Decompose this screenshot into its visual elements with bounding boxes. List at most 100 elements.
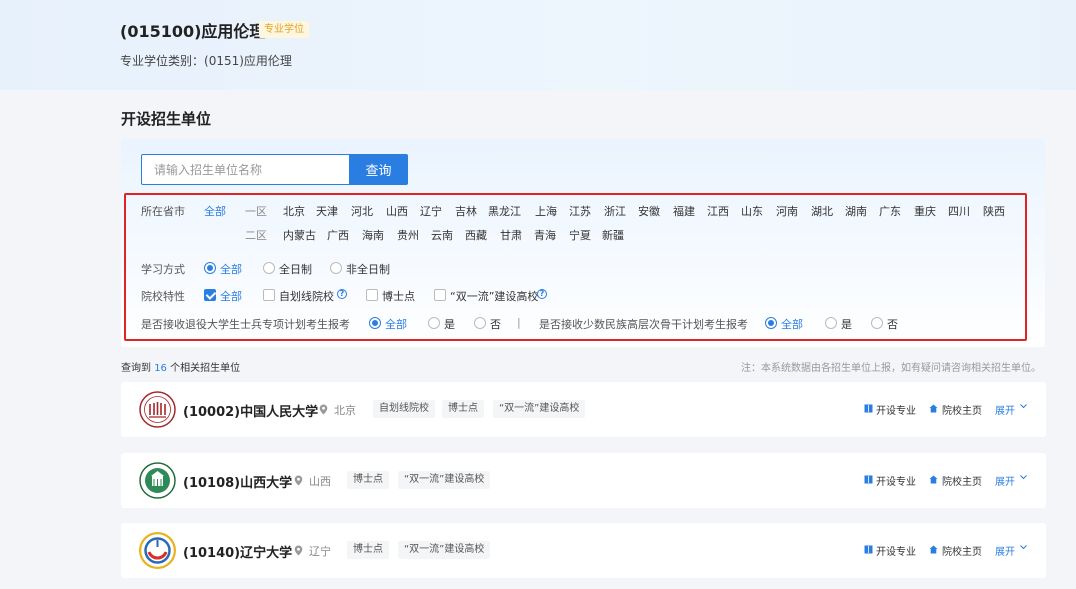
book-icon bbox=[864, 404, 873, 413]
minority-yes-radio[interactable] bbox=[825, 317, 837, 329]
search-input[interactable] bbox=[141, 154, 349, 185]
province-label: 所在省市 bbox=[141, 205, 185, 218]
feature-all-checkbox[interactable] bbox=[204, 289, 216, 301]
minority-no-radio[interactable] bbox=[871, 317, 883, 329]
home-icon bbox=[929, 545, 938, 554]
province-link[interactable]: 新疆 bbox=[602, 227, 624, 243]
minority-all-radio[interactable] bbox=[765, 317, 777, 329]
veteran-yes-radio[interactable] bbox=[428, 317, 440, 329]
study-parttime-radio[interactable] bbox=[330, 262, 342, 274]
expand-link[interactable]: 展开 bbox=[995, 473, 1015, 488]
province-link[interactable]: 河北 bbox=[351, 203, 373, 219]
university-name[interactable]: (10108)山西大学 bbox=[183, 472, 292, 491]
study-fulltime-radio[interactable] bbox=[263, 262, 275, 274]
province-all[interactable]: 全部 bbox=[204, 203, 226, 219]
chevron-down-icon bbox=[1020, 545, 1027, 550]
tag-doctoral: 博士点 bbox=[347, 541, 389, 559]
university-location: 北京 bbox=[334, 404, 356, 417]
province-link[interactable]: 青海 bbox=[534, 227, 556, 243]
expand-link[interactable]: 展开 bbox=[995, 402, 1015, 417]
feature-self-line-option[interactable]: 自划线院校 bbox=[279, 288, 334, 304]
section-title: 开设招生单位 bbox=[121, 110, 212, 128]
help-icon[interactable]: ? bbox=[537, 289, 547, 299]
tag-doctoral: 博士点 bbox=[442, 400, 484, 418]
study-fulltime-option[interactable]: 全日制 bbox=[279, 261, 312, 277]
open-majors-link[interactable]: 开设专业 bbox=[876, 473, 916, 488]
province-link[interactable]: 湖北 bbox=[811, 203, 833, 219]
province-link[interactable]: 湖南 bbox=[845, 203, 867, 219]
tag-double-first: “双一流”建设高校 bbox=[493, 400, 586, 418]
province-link[interactable]: 四川 bbox=[948, 203, 970, 219]
home-icon bbox=[929, 475, 938, 484]
tag-doctoral: 博士点 bbox=[347, 471, 389, 489]
university-location: 辽宁 bbox=[309, 545, 331, 558]
tag-self-line: 自划线院校 bbox=[373, 400, 435, 418]
homepage-link[interactable]: 院校主页 bbox=[942, 543, 982, 558]
province-link[interactable]: 内蒙古 bbox=[283, 227, 316, 243]
study-parttime-option[interactable]: 非全日制 bbox=[346, 261, 390, 277]
feature-all-option[interactable]: 全部 bbox=[220, 288, 242, 304]
province-link[interactable]: 天津 bbox=[316, 203, 338, 219]
province-link[interactable]: 黑龙江 bbox=[488, 203, 521, 219]
search-button[interactable]: 查询 bbox=[349, 154, 408, 185]
province-link[interactable]: 西藏 bbox=[465, 227, 487, 243]
province-link[interactable]: 福建 bbox=[673, 203, 695, 219]
university-card: (10108)山西大学 山西 博士点 “双一流”建设高校 开设专业 院校主页 展… bbox=[121, 453, 1046, 508]
school-feature-label: 院校特性 bbox=[141, 290, 185, 303]
province-link[interactable]: 宁夏 bbox=[569, 227, 591, 243]
province-link[interactable]: 吉林 bbox=[455, 203, 477, 219]
homepage-link[interactable]: 院校主页 bbox=[942, 402, 982, 417]
veteran-yes-option[interactable]: 是 bbox=[444, 316, 455, 332]
veteran-no-option[interactable]: 否 bbox=[490, 316, 501, 332]
study-mode-label: 学习方式 bbox=[141, 263, 185, 276]
minority-plan-label: 是否接收少数民族高层次骨干计划考生报考 bbox=[539, 318, 748, 331]
degree-category: 专业学位类别：(0151)应用伦理 bbox=[120, 52, 292, 69]
minority-all-option[interactable]: 全部 bbox=[781, 316, 803, 332]
province-link[interactable]: 上海 bbox=[535, 203, 557, 219]
province-link[interactable]: 浙江 bbox=[604, 203, 626, 219]
province-link[interactable]: 北京 bbox=[283, 203, 305, 219]
province-link[interactable]: 甘肃 bbox=[500, 227, 522, 243]
province-link[interactable]: 安徽 bbox=[638, 203, 660, 219]
study-all-radio[interactable] bbox=[204, 262, 216, 274]
province-link[interactable]: 重庆 bbox=[914, 203, 936, 219]
university-name[interactable]: (10140)辽宁大学 bbox=[183, 542, 292, 561]
tag-double-first: “双一流”建设高校 bbox=[398, 471, 491, 489]
study-all-option[interactable]: 全部 bbox=[220, 261, 242, 277]
feature-double-first-checkbox[interactable] bbox=[434, 289, 446, 301]
header-banner bbox=[0, 0, 1076, 90]
province-link[interactable]: 河南 bbox=[776, 203, 798, 219]
veteran-no-radio[interactable] bbox=[474, 317, 486, 329]
data-source-note: 注：本系统数据由各招生单位上报，如有疑问请咨询相关招生单位。 bbox=[741, 363, 1041, 374]
result-count-suffix: 个相关招生单位 bbox=[170, 363, 241, 374]
feature-double-first-option[interactable]: “双一流”建设高校 bbox=[450, 288, 538, 304]
open-majors-link[interactable]: 开设专业 bbox=[876, 543, 916, 558]
province-link[interactable]: 陕西 bbox=[983, 203, 1005, 219]
degree-category-label: 专业学位类别： bbox=[120, 54, 205, 68]
shanxi-university-logo bbox=[139, 462, 176, 499]
province-link[interactable]: 贵州 bbox=[397, 227, 419, 243]
homepage-link[interactable]: 院校主页 bbox=[942, 473, 982, 488]
province-link[interactable]: 江苏 bbox=[569, 203, 591, 219]
minority-yes-option[interactable]: 是 bbox=[841, 316, 852, 332]
province-link[interactable]: 广西 bbox=[327, 227, 349, 243]
province-link[interactable]: 云南 bbox=[431, 227, 453, 243]
chevron-down-icon bbox=[1020, 475, 1027, 480]
province-link[interactable]: 山东 bbox=[741, 203, 763, 219]
province-link[interactable]: 海南 bbox=[362, 227, 384, 243]
expand-link[interactable]: 展开 bbox=[995, 543, 1015, 558]
university-name[interactable]: (10002)中国人民大学 bbox=[183, 401, 318, 420]
open-majors-link[interactable]: 开设专业 bbox=[876, 402, 916, 417]
help-icon[interactable]: ? bbox=[337, 289, 347, 299]
veteran-all-radio[interactable] bbox=[369, 317, 381, 329]
province-link[interactable]: 江西 bbox=[707, 203, 729, 219]
province-link[interactable]: 山西 bbox=[386, 203, 408, 219]
feature-doctoral-checkbox[interactable] bbox=[366, 289, 378, 301]
feature-doctoral-option[interactable]: 博士点 bbox=[382, 288, 415, 304]
province-link[interactable]: 辽宁 bbox=[420, 203, 442, 219]
province-link[interactable]: 广东 bbox=[879, 203, 901, 219]
feature-self-line-checkbox[interactable] bbox=[263, 289, 275, 301]
veteran-all-option[interactable]: 全部 bbox=[385, 316, 407, 332]
minority-no-option[interactable]: 否 bbox=[887, 316, 898, 332]
location-pin-icon bbox=[294, 545, 303, 556]
